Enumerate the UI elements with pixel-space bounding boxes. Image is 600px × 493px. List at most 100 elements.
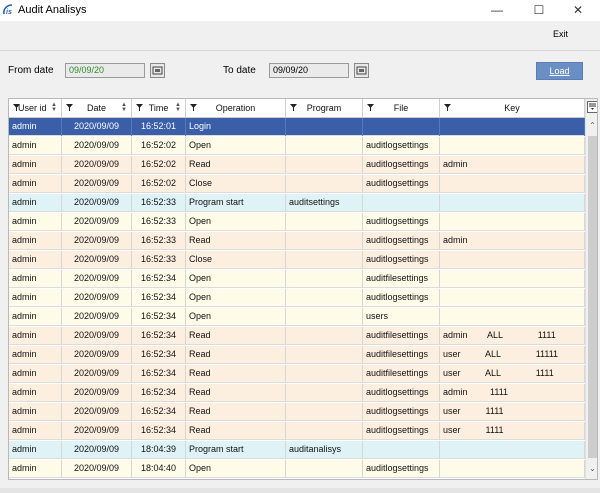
table-row[interactable]: admin 2020/09/09 16:52:34 Read auditlogsetti…: [9, 384, 585, 402]
cell-op: Read: [186, 327, 286, 345]
cell-time: 16:52:34: [132, 403, 186, 421]
cell-op: Read: [186, 365, 286, 383]
vertical-scrollbar[interactable]: ⌃ ⌄: [585, 99, 597, 479]
svg-text:is: is: [6, 9, 12, 16]
cell-program: [286, 308, 363, 326]
cell-op: Open: [186, 213, 286, 231]
cell-op: Close: [186, 175, 286, 193]
cell-program: [286, 422, 363, 440]
cell-date: 2020/09/09: [62, 194, 132, 212]
cell-time: 16:52:02: [132, 175, 186, 193]
table-row[interactable]: admin 2020/09/09 16:52:34 Read auditfilesett…: [9, 346, 585, 364]
close-button[interactable]: ✕: [561, 0, 595, 21]
table-row[interactable]: admin 2020/09/09 16:52:02 Open auditlogsetti…: [9, 137, 585, 155]
from-date-calendar-button[interactable]: [150, 63, 165, 78]
table-row[interactable]: admin 2020/09/09 16:52:33 Program start audi…: [9, 194, 585, 212]
scroll-thumb[interactable]: [588, 136, 597, 458]
cell-op: Open: [186, 137, 286, 155]
table-row[interactable]: admin 2020/09/09 16:52:02 Close auditlogsett…: [9, 175, 585, 193]
cell-date: 2020/09/09: [62, 346, 132, 364]
cell-op: Open: [186, 460, 286, 478]
column-header-file[interactable]: File: [363, 99, 440, 117]
exit-button[interactable]: Exit: [553, 29, 568, 39]
column-header-key[interactable]: Key: [440, 99, 585, 117]
cell-op: Read: [186, 422, 286, 440]
table-row[interactable]: admin 2020/09/09 16:52:02 Read auditlogsetti…: [9, 156, 585, 174]
cell-file: auditlogsettings: [363, 175, 440, 193]
sort-icon[interactable]: ▲ ▼: [175, 102, 181, 113]
cell-program: [286, 270, 363, 288]
cell-date: 2020/09/09: [62, 441, 132, 459]
cell-file: [363, 194, 440, 212]
cell-time: 16:52:34: [132, 327, 186, 345]
column-header-op[interactable]: Operation: [186, 99, 286, 117]
sort-icon[interactable]: ▲ ▼: [51, 102, 57, 113]
to-date-calendar-button[interactable]: [354, 63, 369, 78]
table-row[interactable]: admin 2020/09/09 16:52:34 Open auditfilesett…: [9, 270, 585, 288]
cell-program: auditanalisys: [286, 441, 363, 459]
cell-op: Read: [186, 403, 286, 421]
cell-date: 2020/09/09: [62, 156, 132, 174]
cell-key: [440, 175, 585, 193]
column-chooser-icon: [589, 103, 596, 110]
audit-grid: User id ▲ ▼ Date ▲ ▼ Time ▲ ▼ Operation Program Fil…: [8, 98, 598, 480]
column-header-program[interactable]: Program: [286, 99, 363, 117]
table-row[interactable]: admin 2020/09/09 16:52:34 Read auditfilesett…: [9, 365, 585, 383]
table-row[interactable]: admin 2020/09/09 18:04:39 Program start audi…: [9, 441, 585, 459]
cell-file: auditlogsettings: [363, 460, 440, 478]
cell-user: admin: [9, 175, 62, 193]
cell-op: Program start: [186, 194, 286, 212]
from-date-input[interactable]: 09/09/20: [65, 63, 145, 78]
table-row[interactable]: admin 2020/09/09 16:52:01 Login: [9, 118, 585, 136]
table-row[interactable]: admin 2020/09/09 16:52:34 Open auditlogsetti…: [9, 289, 585, 307]
table-row[interactable]: admin 2020/09/09 18:04:40 Open auditlogsetti…: [9, 460, 585, 478]
cell-op: Read: [186, 384, 286, 402]
cell-file: auditlogsettings: [363, 156, 440, 174]
cell-program: [286, 460, 363, 478]
cell-user: admin: [9, 403, 62, 421]
load-button[interactable]: Load: [536, 62, 583, 80]
table-row[interactable]: admin 2020/09/09 16:52:34 Read auditlogsetti…: [9, 422, 585, 440]
cell-time: 16:52:33: [132, 194, 186, 212]
table-row[interactable]: admin 2020/09/09 16:52:33 Read auditlogsetti…: [9, 232, 585, 250]
column-chooser-button[interactable]: [587, 101, 597, 113]
column-header-user[interactable]: User id ▲ ▼: [9, 99, 62, 117]
column-header-date[interactable]: Date ▲ ▼: [62, 99, 132, 117]
cell-time: 16:52:34: [132, 422, 186, 440]
cell-file: auditlogsettings: [363, 213, 440, 231]
cell-time: 16:52:34: [132, 384, 186, 402]
window-title: Audit Analisys: [18, 4, 87, 16]
cell-program: [286, 365, 363, 383]
cell-user: admin: [9, 327, 62, 345]
cell-date: 2020/09/09: [62, 365, 132, 383]
cell-time: 16:52:33: [132, 251, 186, 269]
cell-file: auditlogsettings: [363, 251, 440, 269]
cell-key: [440, 137, 585, 155]
table-row[interactable]: admin 2020/09/09 16:52:34 Read auditfilesett…: [9, 327, 585, 345]
table-row[interactable]: admin 2020/09/09 16:52:33 Close auditlogsett…: [9, 251, 585, 269]
minimize-button[interactable]: —: [480, 0, 514, 21]
calendar-icon: [356, 66, 367, 75]
to-date-input[interactable]: 09/09/20: [269, 63, 349, 78]
cell-user: admin: [9, 422, 62, 440]
cell-op: Read: [186, 232, 286, 250]
table-row[interactable]: admin 2020/09/09 16:52:34 Open users: [9, 308, 585, 326]
cell-key: admin 1111: [440, 384, 585, 402]
table-row[interactable]: admin 2020/09/09 16:52:34 Read auditlogsetti…: [9, 403, 585, 421]
cell-date: 2020/09/09: [62, 327, 132, 345]
column-header-time[interactable]: Time ▲ ▼: [132, 99, 186, 117]
cell-file: auditlogsettings: [363, 422, 440, 440]
scroll-up-icon[interactable]: ⌃: [586, 121, 597, 134]
cell-op: Open: [186, 308, 286, 326]
table-row[interactable]: admin 2020/09/09 16:52:33 Open auditlogsetti…: [9, 213, 585, 231]
scroll-down-icon[interactable]: ⌄: [586, 464, 597, 477]
sort-icon[interactable]: ▲ ▼: [121, 102, 127, 113]
cell-file: auditlogsettings: [363, 137, 440, 155]
cell-user: admin: [9, 270, 62, 288]
cell-program: [286, 232, 363, 250]
column-header-label: Program: [306, 103, 342, 113]
cell-time: 16:52:01: [132, 118, 186, 136]
column-header-label: Key: [504, 103, 520, 113]
maximize-button[interactable]: ☐: [522, 0, 556, 21]
cell-file: users: [363, 308, 440, 326]
